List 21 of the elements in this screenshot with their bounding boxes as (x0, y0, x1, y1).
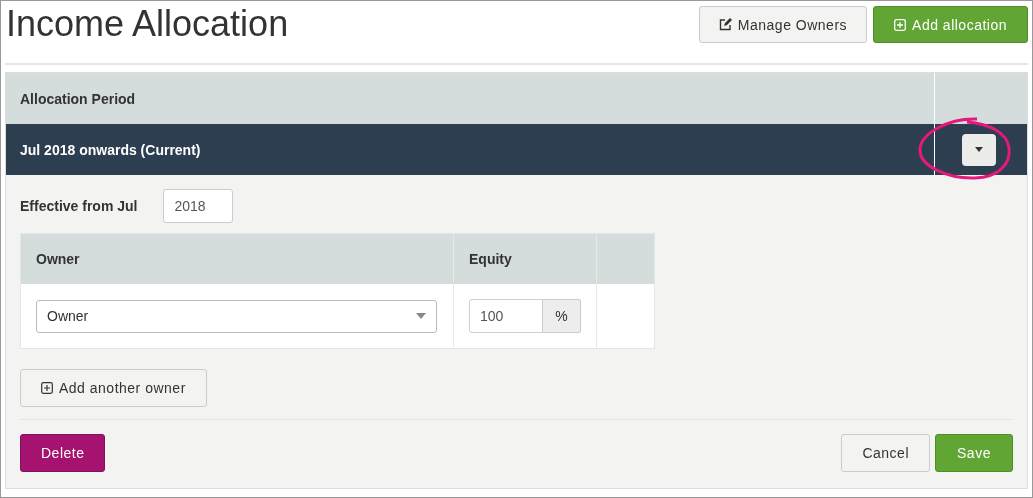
owner-select[interactable]: Owner (36, 299, 437, 333)
column-header: Equity (453, 234, 596, 284)
caret-icon (975, 147, 983, 152)
equity-input[interactable]: 100 (469, 299, 543, 333)
year-input[interactable]: 2018 (163, 189, 234, 223)
plus-square-icon (41, 382, 53, 394)
column-header: Owner (35, 250, 81, 269)
delete-button[interactable]: Delete (20, 434, 106, 472)
toggle-button[interactable] (962, 133, 996, 166)
effective-label: Effective from Jul (20, 198, 138, 214)
edit-icon (718, 18, 732, 31)
column-header: Allocation Period (19, 89, 137, 109)
dropdown-arrow-icon (416, 313, 426, 319)
period-row[interactable]: Jul 2018 onwards (Current) (6, 124, 1027, 175)
period-label: Jul 2018 onwards (Current) (19, 140, 202, 160)
percent-addon: % (543, 299, 581, 333)
add-owner-button[interactable]: Add another owner (20, 369, 207, 407)
cancel-button[interactable]: Cancel (841, 434, 930, 472)
plus-square-icon (894, 18, 907, 31)
page-title: Income Allocation (6, 3, 289, 45)
header-button[interactable]: Manage Owners (698, 6, 868, 43)
